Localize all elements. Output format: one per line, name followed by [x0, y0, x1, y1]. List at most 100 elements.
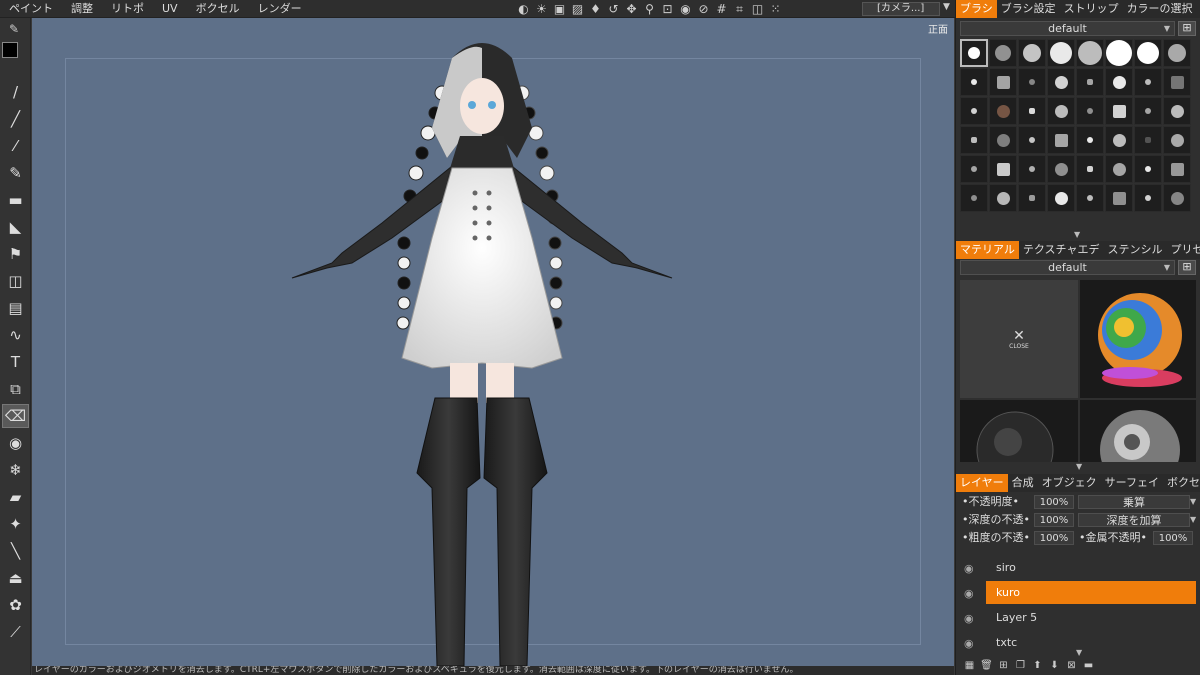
crop-icon[interactable]: ⊡ — [659, 1, 676, 18]
brush-thumbnail[interactable] — [1076, 39, 1104, 67]
stencil-icon[interactable]: ◫ — [2, 269, 29, 293]
pencil-icon[interactable]: ✎ — [2, 161, 29, 185]
foreground-color[interactable] — [2, 42, 18, 58]
butterfly-icon[interactable]: ✿ — [2, 593, 29, 617]
snowflake-icon[interactable]: ❄ — [2, 458, 29, 482]
screen-icon[interactable]: ◫ — [749, 1, 766, 18]
brush-thumbnail[interactable] — [1105, 126, 1133, 154]
move-icon[interactable]: ✥ — [623, 1, 640, 18]
brush-thumbnail[interactable] — [1047, 97, 1075, 125]
brush-thumbnail[interactable] — [1018, 39, 1046, 67]
menu-paint[interactable]: ペイント — [0, 0, 62, 18]
tab-brush-settings[interactable]: ブラシ設定 — [997, 0, 1060, 18]
tab-brush[interactable]: ブラシ — [956, 0, 997, 18]
layer-row[interactable]: ◉ Layer 5 — [960, 606, 1198, 631]
new-layer-icon[interactable]: ▦ — [962, 659, 977, 673]
brush-thumbnail[interactable] — [1018, 155, 1046, 183]
rotate-icon[interactable]: ↺ — [605, 1, 622, 18]
character-model[interactable] — [232, 18, 732, 666]
picker-icon[interactable]: ╲ — [2, 539, 29, 563]
brush-thumbnail[interactable] — [1134, 68, 1162, 96]
transform-icon[interactable]: ⧉ — [2, 377, 29, 401]
duplicate-icon[interactable]: ❐ — [1013, 659, 1028, 673]
material-add-button[interactable]: ⊞ — [1178, 260, 1196, 275]
eye-icon[interactable]: ◉ — [2, 431, 29, 455]
no-icon[interactable]: ⊘ — [695, 1, 712, 18]
move-up-icon[interactable]: ⬆ — [1030, 659, 1045, 673]
document-icon[interactable]: ▤ — [2, 296, 29, 320]
light-icon[interactable]: ☀ — [533, 1, 550, 18]
tab-composite[interactable]: 合成 — [1008, 474, 1038, 492]
roughness-field[interactable]: 100% — [1034, 531, 1074, 545]
tab-texture-editor[interactable]: テクスチャエデ — [1019, 241, 1104, 259]
tab-material[interactable]: マテリアル — [956, 241, 1019, 259]
camera-select[interactable]: [カメラ...] — [862, 2, 940, 16]
half-circle-icon[interactable]: ◐ — [515, 1, 532, 18]
brush-thumbnail[interactable] — [989, 39, 1017, 67]
layer-name[interactable]: txtc — [986, 631, 1196, 654]
eraser-icon[interactable]: ⌫ — [2, 404, 29, 428]
brush-thumbnail[interactable] — [1134, 39, 1162, 67]
brush-thumbnail[interactable] — [989, 155, 1017, 183]
brush-thumbnail[interactable] — [1047, 39, 1075, 67]
depth-mode-select[interactable]: 深度を加算 — [1078, 513, 1190, 527]
tab-object[interactable]: オブジェク — [1038, 474, 1101, 492]
brush-thumbnail[interactable] — [1163, 68, 1191, 96]
brush-add-button[interactable]: ⊞ — [1178, 21, 1196, 36]
brush-thumbnail[interactable] — [989, 126, 1017, 154]
tab-preset[interactable]: プリセット — [1166, 241, 1200, 259]
brush-thumbnail[interactable] — [960, 68, 988, 96]
tab-stencil[interactable]: ステンシル — [1103, 241, 1166, 259]
brush-thumbnail[interactable] — [960, 39, 988, 67]
brush-thumbnail[interactable] — [989, 97, 1017, 125]
brush-thumbnail[interactable] — [1076, 184, 1104, 212]
wand-icon[interactable]: ✦ — [2, 512, 29, 536]
folder-icon[interactable]: ▬ — [1081, 659, 1096, 673]
brush-thumbnail[interactable] — [1163, 184, 1191, 212]
brush-thumbnail[interactable] — [1134, 126, 1162, 154]
brush-thumbnail[interactable] — [1134, 97, 1162, 125]
brush-thumbnail[interactable] — [1134, 184, 1162, 212]
scroll-down-icon[interactable]: ▼ — [1074, 230, 1080, 239]
menu-uv[interactable]: UV — [153, 0, 187, 18]
camera-icon[interactable]: ◉ — [677, 1, 694, 18]
eye-icon[interactable]: ◉ — [964, 587, 974, 600]
scatter-icon[interactable]: ⁙ — [767, 1, 784, 18]
brush-thumbnail[interactable] — [1105, 184, 1133, 212]
brush-thumbnail[interactable] — [1076, 155, 1104, 183]
eye-icon[interactable]: ◉ — [964, 637, 974, 650]
brush-thumbnail[interactable] — [989, 184, 1017, 212]
tab-color-select[interactable]: カラーの選択 — [1123, 0, 1197, 18]
image-icon[interactable]: ▣ — [551, 1, 568, 18]
brush-thumbnail[interactable] — [1134, 155, 1162, 183]
brush-thumbnail[interactable] — [1105, 155, 1133, 183]
color-picker-icon[interactable]: ✎ — [9, 22, 19, 36]
opacity-field[interactable]: 100% — [1034, 495, 1074, 509]
color-swatch[interactable] — [2, 42, 28, 68]
brush-thumbnail[interactable] — [1076, 97, 1104, 125]
brush-thumbnail[interactable] — [1047, 68, 1075, 96]
material-dark-sphere[interactable] — [960, 400, 1078, 462]
brush-thumbnail[interactable] — [960, 155, 988, 183]
layer-name[interactable]: Layer 5 — [986, 606, 1196, 629]
brush-thumbnail[interactable] — [1018, 68, 1046, 96]
corner-icon[interactable]: ⌗ — [731, 1, 748, 18]
path-icon[interactable]: ∿ — [2, 323, 29, 347]
text-icon[interactable]: T — [2, 350, 29, 374]
menu-retopo[interactable]: リトポ — [102, 0, 153, 18]
brush-thumbnail[interactable] — [1018, 126, 1046, 154]
airbrush-icon[interactable]: ⁄ — [2, 134, 29, 158]
tube-icon[interactable]: ▰ — [2, 485, 29, 509]
zoom-icon[interactable]: ⚲ — [641, 1, 658, 18]
tab-strip[interactable]: ストリップ — [1060, 0, 1123, 18]
brush-icon[interactable]: ╱ — [2, 107, 29, 131]
brush-thumbnail[interactable] — [1163, 126, 1191, 154]
layer-name[interactable]: siro — [986, 556, 1196, 579]
layer-name[interactable]: kuro — [986, 581, 1196, 604]
move-down-icon[interactable]: ⬇ — [1047, 659, 1062, 673]
brush-thumbnail[interactable] — [960, 184, 988, 212]
depth-field[interactable]: 100% — [1034, 513, 1074, 527]
blend-mode-select[interactable]: 乗算 — [1078, 495, 1190, 509]
brush-thumbnail[interactable] — [1163, 155, 1191, 183]
fill-icon[interactable]: ◣ — [2, 215, 29, 239]
